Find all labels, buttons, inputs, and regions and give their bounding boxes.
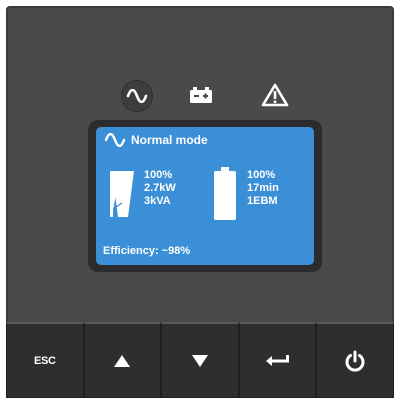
sine-wave-icon [104,133,126,147]
load-values: 100% 2.7kW 3kVA [144,169,176,208]
load-gauge-icon [110,171,134,217]
battery-ebm: 1EBM [247,195,278,207]
control-buttons: ESC [6,322,394,398]
load-percent: 100% [144,169,173,181]
down-arrow-icon [191,354,208,367]
battery-percent: 100% [247,169,276,181]
enter-button[interactable] [238,322,317,398]
warning-triangle-icon [261,83,289,107]
esc-button-label: ESC [33,354,56,367]
down-button[interactable] [161,322,239,398]
mode-row: Normal mode [104,133,208,147]
lcd-screen: Normal mode 100% 2.7kW 3kVA 100% 17min 1… [96,127,314,265]
up-button[interactable] [83,322,162,398]
power-icon [345,350,365,372]
power-button[interactable] [316,322,394,398]
alarm-status-indicator [260,80,290,110]
battery-runtime: 17min [247,182,279,194]
battery-level-icon [214,167,236,220]
ac-status-indicator [121,80,153,112]
battery-values: 100% 17min 1EBM [247,169,279,208]
sine-wave-icon [126,89,148,103]
load-power-kva: 3kVA [144,195,171,207]
up-arrow-icon [114,354,131,367]
efficiency-label: Efficiency: ~98% [103,245,191,257]
load-power-kw: 2.7kW [144,182,176,194]
mode-label: Normal mode [131,133,208,147]
battery-icon [190,87,212,103]
battery-status-indicator [186,80,216,110]
esc-button[interactable]: ESC [6,322,84,398]
enter-icon [265,354,289,366]
